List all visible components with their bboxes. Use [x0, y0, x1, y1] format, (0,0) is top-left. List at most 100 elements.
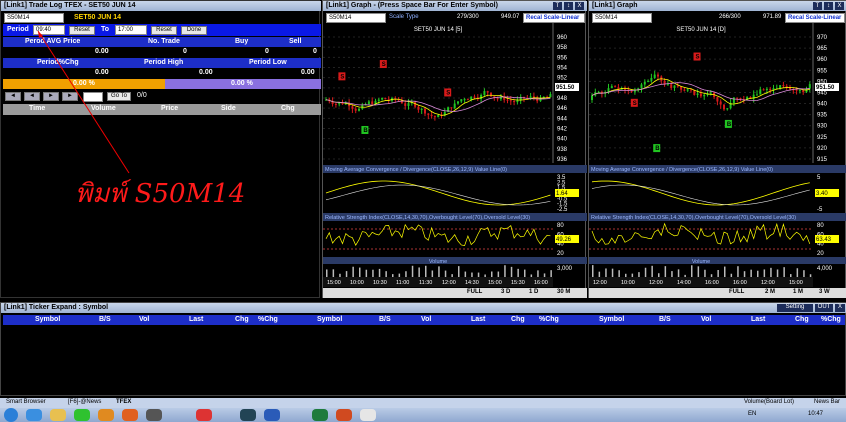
graph2-expand-button[interactable]: ↕	[824, 2, 833, 10]
ie-icon[interactable]	[26, 409, 42, 421]
volume-bar	[530, 274, 533, 277]
explorer-icon[interactable]	[50, 409, 66, 421]
x-tick-label: 14:30	[465, 280, 479, 286]
graph2-btn-3w[interactable]: 3 W	[819, 289, 830, 295]
volume-bar	[710, 274, 713, 277]
candle-body	[808, 84, 811, 89]
ticker-col-chg-0[interactable]: Chg	[235, 316, 249, 323]
graph2-recal-scale[interactable]: Recal Scale-Linear	[785, 13, 845, 23]
ticker-col-chg-1[interactable]: Chg	[511, 316, 525, 323]
graph1-expand-button[interactable]: ↕	[564, 2, 573, 10]
ticker-col-last-0[interactable]: Last	[189, 316, 203, 323]
ticker-col-symbol-2[interactable]: Symbol	[599, 316, 624, 323]
graph2-close-button[interactable]: X	[835, 2, 844, 10]
candle-body	[723, 104, 725, 110]
candle-body	[381, 97, 384, 100]
graph2-titlebar[interactable]: [Link1] Graph	[589, 1, 846, 11]
graph2-price: 971.89	[763, 14, 782, 20]
start-button-icon[interactable]	[4, 408, 18, 422]
volume-bar	[451, 274, 453, 277]
ticker-titlebar[interactable]: [Link1] Ticker Expand : Symbol	[1, 303, 846, 313]
ticker-col-chg-2[interactable]: %Chg	[821, 316, 841, 323]
graph1-symbol-input[interactable]: S50M14	[326, 13, 386, 23]
line-app-icon[interactable]	[74, 409, 90, 421]
graph1-chart[interactable]: SET50 JUN 14 [5]960958956954952950948946…	[323, 23, 587, 287]
app-icon-1[interactable]	[146, 409, 162, 421]
news-bar-label[interactable]: News Bar	[814, 399, 840, 405]
language-indicator[interactable]: EN	[748, 411, 756, 417]
smart-browser-tab[interactable]: Smart Browser	[6, 399, 46, 405]
ticker-col-vol-0[interactable]: Vol	[139, 316, 149, 323]
y-tick-label: 960	[557, 35, 568, 41]
ticker-close-button[interactable]: X	[835, 304, 845, 312]
y-tick-label: 952	[557, 76, 568, 82]
marker-label: B	[363, 128, 368, 134]
ticker-setting-button[interactable]: Setting	[777, 304, 813, 312]
y-tick-label: 965	[817, 46, 828, 52]
graph1-close-button[interactable]: X	[575, 2, 584, 10]
ticker-col-symbol-1[interactable]: Symbol	[317, 316, 342, 323]
ticker-col-symbol-0[interactable]: Symbol	[35, 316, 60, 323]
graph1-pin-button[interactable]: T	[553, 2, 562, 10]
tfex-tab[interactable]: TFEX	[116, 399, 131, 405]
volume-bar	[431, 270, 434, 277]
ticker-col-bs-0[interactable]: B/S	[99, 316, 111, 323]
candle-body	[726, 108, 729, 110]
ticker-out-button[interactable]: OUT	[815, 304, 833, 312]
graph1-btn-1d[interactable]: 1 D	[529, 289, 538, 295]
graph2-btn-1m[interactable]: 1 M	[793, 289, 803, 295]
macd-signal-line	[325, 184, 551, 206]
graph2-chart[interactable]: SET50 JUN 14 [D]970965960955950945940935…	[589, 23, 846, 287]
ticker-col-vol-2[interactable]: Vol	[701, 316, 711, 323]
excel-icon[interactable]	[312, 409, 328, 421]
trading-app-icon[interactable]	[240, 409, 256, 421]
ticker-col-chg-2[interactable]: Chg	[795, 316, 809, 323]
candle-body	[759, 89, 762, 95]
paint-icon[interactable]	[360, 409, 376, 421]
candle-body	[529, 96, 532, 98]
ticker-col-bs-1[interactable]: B/S	[379, 316, 391, 323]
last-price-text: 951.50	[556, 85, 575, 91]
candle-body	[782, 85, 785, 87]
candle-body	[496, 98, 499, 100]
ticker-col-chg-0[interactable]: %Chg	[258, 316, 278, 323]
windows-taskbar: EN 10:47	[0, 408, 846, 422]
volume-bar	[405, 271, 407, 277]
graph1-recal-scale[interactable]: Recal Scale-Linear	[523, 13, 585, 23]
volume-bar	[704, 269, 706, 277]
graph1-price: 949.07	[501, 14, 520, 20]
candle-body	[802, 90, 805, 93]
word-icon[interactable]	[264, 409, 280, 421]
media-player-icon[interactable]	[98, 409, 114, 421]
powerpoint-icon[interactable]	[336, 409, 352, 421]
candle-body	[591, 95, 593, 100]
clock[interactable]: 10:47	[808, 411, 823, 417]
y-tick-label: 915	[817, 157, 828, 163]
graph2-symbol-input[interactable]: S50M14	[592, 13, 652, 23]
ticker-col-bs-2[interactable]: B/S	[659, 316, 671, 323]
graph1-btn-3d[interactable]: 3 D	[501, 289, 510, 295]
graph2-pin-button[interactable]: T	[813, 2, 822, 10]
candle-body	[420, 108, 423, 110]
volume-title: Volume	[429, 259, 447, 265]
chrome-icon[interactable]	[196, 409, 212, 421]
volume-bar	[631, 273, 634, 277]
news-tab[interactable]: [F6]-@News	[68, 399, 101, 405]
candle-body	[653, 74, 656, 78]
graph1-titlebar[interactable]: [Link1] Graph - (Press Space Bar For Ent…	[323, 1, 587, 11]
graph1-btn-full[interactable]: FULL	[467, 289, 482, 295]
macd-title: Moving Average Convergence / Divergence(…	[591, 167, 773, 173]
ticker-col-last-1[interactable]: Last	[471, 316, 485, 323]
volume-bar	[326, 269, 328, 277]
graph2-btn-2m[interactable]: 2 M	[765, 289, 775, 295]
firefox-icon[interactable]	[122, 409, 138, 421]
ticker-col-last-2[interactable]: Last	[751, 316, 765, 323]
graph1-btn-30m[interactable]: 30 M	[557, 289, 570, 295]
ticker-col-chg-1[interactable]: %Chg	[539, 316, 559, 323]
rsi-value-text: 63.43	[816, 237, 832, 243]
volume-bar	[592, 265, 594, 277]
ticker-col-vol-1[interactable]: Vol	[421, 316, 431, 323]
candle-body	[693, 90, 696, 95]
graph2-btn-full[interactable]: FULL	[729, 289, 744, 295]
chart-title: SET50 JUN 14 [5]	[414, 27, 463, 33]
